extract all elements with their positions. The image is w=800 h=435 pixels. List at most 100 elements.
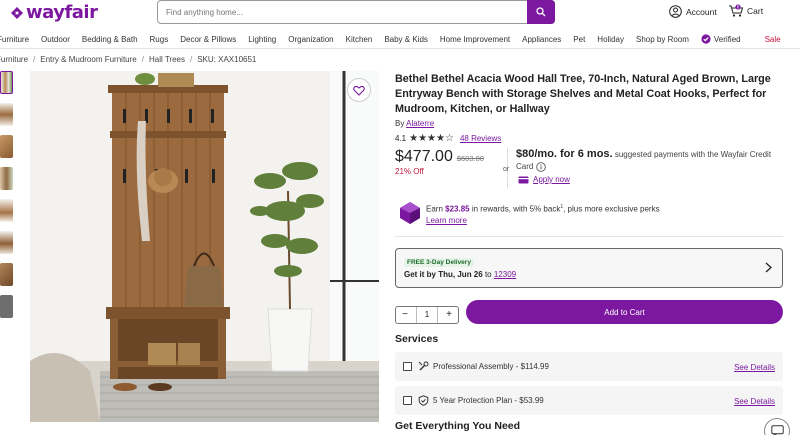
wayfair-logo[interactable]: wayfair	[10, 2, 98, 23]
sale-price: $477.00	[395, 148, 453, 165]
breadcrumb-hall-trees[interactable]: Hall Trees	[149, 55, 185, 64]
nav-item-rugs[interactable]: Rugs	[150, 35, 169, 44]
nav-item-home-improvement[interactable]: Home Improvement	[440, 35, 510, 44]
by-label: By	[395, 119, 405, 128]
protection-plan-see-details-link[interactable]: See Details	[734, 397, 775, 406]
nav-divider	[0, 48, 800, 49]
quantity-value[interactable]: 1	[416, 307, 438, 323]
breadcrumb-separator: /	[141, 55, 144, 64]
nav-item-baby-kids[interactable]: Baby & Kids	[384, 35, 428, 44]
or-label: or	[503, 166, 510, 173]
monthly-payment: $80/mo. for 6 mos.	[516, 148, 613, 160]
breadcrumb: Furniture / Entry & Mudroom Furniture / …	[0, 55, 256, 64]
nav-item-appliances[interactable]: Appliances	[522, 35, 561, 44]
learn-more-link[interactable]: Learn more	[426, 216, 467, 225]
delivery-date: Thu, Jun 26	[438, 270, 483, 279]
rating-row: 4.1 ★★★★☆ 48 Reviews	[395, 133, 501, 144]
nav-item-outdoor[interactable]: Outdoor	[41, 35, 70, 44]
assembly-see-details-link[interactable]: See Details	[734, 363, 775, 372]
delivery-card[interactable]: FREE 3-Day Delivery Get it by Thu, Jun 2…	[395, 248, 783, 288]
nav-item-kitchen[interactable]: Kitchen	[346, 35, 373, 44]
rewards-tail: , plus more exclusive perks	[563, 204, 660, 214]
nav-item-sale[interactable]: Sale	[765, 35, 781, 44]
service-assembly: Professional Assembly - $114.99 See Deta…	[395, 352, 783, 381]
search-icon	[536, 7, 546, 17]
thumbnail-5[interactable]	[0, 199, 13, 222]
thumbnail-2[interactable]	[0, 103, 13, 126]
account-icon	[669, 5, 682, 18]
product-title: Bethel Bethel Acacia Wood Hall Tree, 70-…	[395, 73, 771, 115]
quantity-stepper: − 1 +	[395, 306, 459, 324]
hall-tree-photo	[30, 71, 379, 422]
thumbnail-7[interactable]	[0, 263, 13, 286]
rewards-gem-icon	[400, 202, 420, 224]
shield-icon	[418, 395, 429, 406]
brand-link[interactable]: Alaterre	[406, 119, 434, 128]
tools-icon	[418, 361, 429, 371]
section-divider	[395, 236, 783, 237]
nav-item-organization[interactable]: Organization	[288, 35, 333, 44]
product-sku: SKU: XAX10651	[197, 55, 257, 64]
rewards-rest: in rewards, with 5% back	[471, 204, 561, 214]
rating-value: 4.1	[395, 134, 407, 143]
zip-code-link[interactable]: 12309	[494, 270, 516, 279]
free-delivery-badge: FREE 3-Day Delivery	[404, 258, 474, 267]
quantity-decrease-button[interactable]: −	[399, 310, 411, 320]
nav-item-furniture[interactable]: Furniture	[0, 35, 29, 44]
search-bar	[157, 0, 555, 24]
apply-now-label: Apply now	[533, 175, 570, 184]
product-byline: By Alaterre	[395, 119, 434, 128]
add-to-cart-button[interactable]: Add to Cart	[466, 300, 783, 324]
nav-item-lighting[interactable]: Lighting	[248, 35, 276, 44]
delivery-to: to	[484, 270, 492, 279]
assembly-label: Professional Assembly - $114.99	[433, 362, 549, 371]
breadcrumb-separator: /	[189, 55, 193, 64]
account-label: Account	[686, 6, 717, 17]
quantity-increase-button[interactable]: +	[443, 310, 455, 320]
nav-item-shop-by-room[interactable]: Shop by Room	[636, 35, 689, 44]
star-rating-icon: ★★★★☆	[409, 133, 454, 144]
discount-label: 21% Off	[395, 167, 424, 176]
rewards-banner: Earn $23.85 in rewards, with 5% back1, p…	[400, 202, 660, 226]
thumbnail-3[interactable]	[0, 135, 13, 158]
breadcrumb-entry-mudroom[interactable]: Entry & Mudroom Furniture	[40, 55, 136, 64]
reviews-link[interactable]: 48 Reviews	[460, 134, 501, 143]
brand-name: wayfair	[26, 2, 98, 23]
nav-item-pet[interactable]: Pet	[573, 35, 585, 44]
heart-icon	[353, 85, 365, 96]
assembly-checkbox[interactable]	[403, 362, 412, 371]
info-icon[interactable]	[535, 162, 546, 172]
financing-offer: $80/mo. for 6 mos. suggested payments wi…	[516, 148, 776, 173]
delivery-estimate: Get it by Thu, Jun 26 to 12309	[404, 270, 516, 279]
chevron-right-icon	[765, 262, 772, 273]
chat-button[interactable]	[764, 418, 790, 435]
apply-now-link[interactable]: Apply now	[518, 175, 570, 184]
logo-pinwheel-icon	[11, 6, 23, 19]
nav-item-holiday[interactable]: Holiday	[597, 35, 624, 44]
services-heading: Services	[395, 333, 439, 345]
search-input[interactable]	[158, 1, 527, 23]
nav-item-bedding-bath[interactable]: Bedding & Bath	[82, 35, 138, 44]
thumbnail-4[interactable]	[0, 167, 13, 190]
protection-plan-checkbox[interactable]	[403, 396, 412, 405]
favorite-button[interactable]	[347, 78, 371, 102]
protection-plan-label: 5 Year Protection Plan - $53.99	[433, 396, 544, 405]
delivery-prefix: Get it by	[404, 270, 437, 279]
thumbnail-6[interactable]	[0, 231, 13, 254]
cart-label: Cart	[747, 6, 764, 16]
category-nav: Furniture Outdoor Bedding & Bath Rugs De…	[0, 31, 793, 47]
cart-link[interactable]: 0 Cart	[728, 4, 763, 18]
thumbnail-more[interactable]	[0, 295, 13, 318]
cart-icon: 0	[729, 4, 744, 17]
breadcrumb-separator: /	[33, 55, 36, 64]
nav-item-decor-pillows[interactable]: Decor & Pillows	[180, 35, 236, 44]
thumbnail-1[interactable]	[0, 71, 13, 94]
nav-item-verified[interactable]: Verified	[701, 34, 753, 44]
product-main-image[interactable]	[30, 71, 379, 422]
breadcrumb-furniture[interactable]: Furniture	[0, 55, 28, 64]
thumbnail-strip	[0, 71, 14, 327]
search-button[interactable]	[527, 0, 555, 24]
account-link[interactable]: Account	[669, 5, 717, 18]
verified-label: Verified	[713, 34, 741, 44]
rewards-amount: $23.85	[445, 204, 470, 214]
